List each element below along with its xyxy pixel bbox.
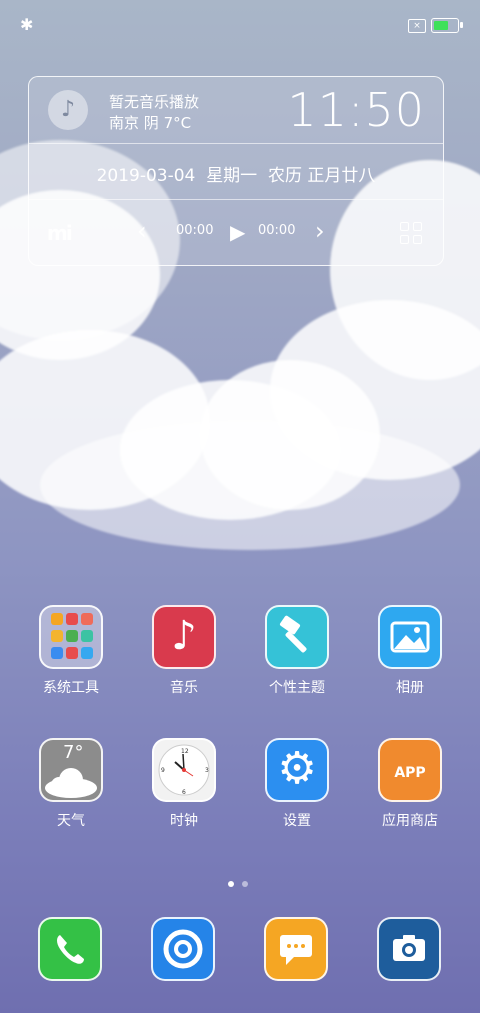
phone-icon[interactable] [38, 917, 102, 981]
app-store-icon[interactable]: APP [378, 738, 442, 802]
next-track-button[interactable]: › [315, 217, 325, 245]
weather-icon[interactable]: 7° [39, 738, 103, 802]
date-line: 2019-03-04 星期一 农历 正月廿八 [29, 161, 443, 186]
battery-icon [431, 18, 463, 33]
message-icon[interactable] [264, 917, 328, 981]
svg-text:9: 9 [161, 767, 165, 774]
battery-tip [460, 22, 463, 28]
app-label: 应用商店 [382, 813, 438, 829]
svg-text:3: 3 [205, 767, 209, 774]
svg-text:12: 12 [181, 748, 189, 755]
browser-globe-icon [163, 929, 203, 969]
app-label: 系统工具 [43, 680, 99, 696]
music-controls: mi ‹ 00:00 ▶ 00:00 › [29, 217, 443, 247]
location-text: 南京 [109, 114, 140, 132]
app-music[interactable]: ♪ 音乐 [129, 605, 239, 697]
grid-icon[interactable] [400, 222, 422, 244]
app-label: 时钟 [170, 813, 198, 829]
paintbrush-icon-shape [279, 615, 307, 653]
clock-icon[interactable]: 12 3 6 9 [152, 738, 216, 802]
app-label: 个性主题 [269, 680, 325, 696]
music-note-icon[interactable]: ♪ [48, 90, 88, 130]
photo-icon[interactable] [378, 605, 442, 669]
music-note-icon[interactable]: ♪ [152, 605, 216, 669]
app-label: 音乐 [170, 680, 198, 696]
paintbrush-icon[interactable] [265, 605, 329, 669]
page-dot-active[interactable] [228, 881, 234, 887]
app-label: 设置 [283, 813, 311, 829]
previous-track-button[interactable]: ‹ [137, 217, 147, 245]
camera-shape-icon [393, 935, 425, 961]
store-badge-text: APP [394, 765, 426, 781]
camera-icon[interactable] [377, 917, 441, 981]
phone-handset-icon [57, 935, 84, 964]
date-text: 2019-03-04 [96, 166, 196, 186]
app-label: 天气 [57, 813, 85, 829]
photo-icon-shape [390, 621, 430, 653]
widget-divider [29, 143, 443, 144]
music-status: 暂无音乐播放 [109, 93, 200, 111]
browser-icon[interactable] [151, 917, 215, 981]
music-clock-widget[interactable]: ♪ 暂无音乐播放 南京 阴 7°C 11:50 2019-03-04 星期一 农… [28, 76, 444, 266]
sim-error-icon: × [408, 19, 426, 33]
app-store[interactable]: APP 应用商店 [355, 738, 465, 830]
app-weather[interactable]: 7° 天气 [16, 738, 126, 830]
temperature-text: 7°C [163, 114, 192, 132]
page-dot[interactable] [242, 881, 248, 887]
app-label: 相册 [396, 680, 424, 696]
elapsed-time: 00:00 [176, 223, 214, 238]
app-gallery[interactable]: 相册 [355, 605, 465, 697]
weather-info: 南京 阴 7°C [109, 112, 191, 133]
bluetooth-icon: ✱ [20, 15, 34, 34]
app-themes[interactable]: 个性主题 [242, 605, 352, 697]
clock-face-icon: 12 3 6 9 [158, 744, 210, 796]
app-system-tools[interactable]: 系统工具 [16, 605, 126, 697]
lunar-date-text: 农历 正月廿八 [268, 166, 376, 186]
weather-text: 阴 [143, 114, 159, 132]
page-indicator[interactable] [228, 872, 256, 891]
weekday-text: 星期一 [206, 166, 258, 186]
play-button[interactable]: ▶ [230, 220, 245, 244]
svg-text:6: 6 [182, 789, 186, 796]
chat-bubble-icon [280, 935, 312, 965]
status-bar: ✱ × [0, 0, 480, 50]
cloud-icon [45, 768, 97, 798]
track-duration: 00:00 [258, 223, 296, 238]
battery-level [434, 21, 449, 30]
app-clock[interactable]: 12 3 6 9 时钟 [129, 738, 239, 830]
mi-logo-icon[interactable]: mi [47, 221, 73, 245]
folder-icon[interactable] [39, 605, 103, 669]
clock-time[interactable]: 11:50 [287, 83, 425, 137]
widget-divider [29, 199, 443, 200]
gear-icon[interactable]: ⚙ [265, 738, 329, 802]
app-settings[interactable]: ⚙ 设置 [242, 738, 352, 830]
